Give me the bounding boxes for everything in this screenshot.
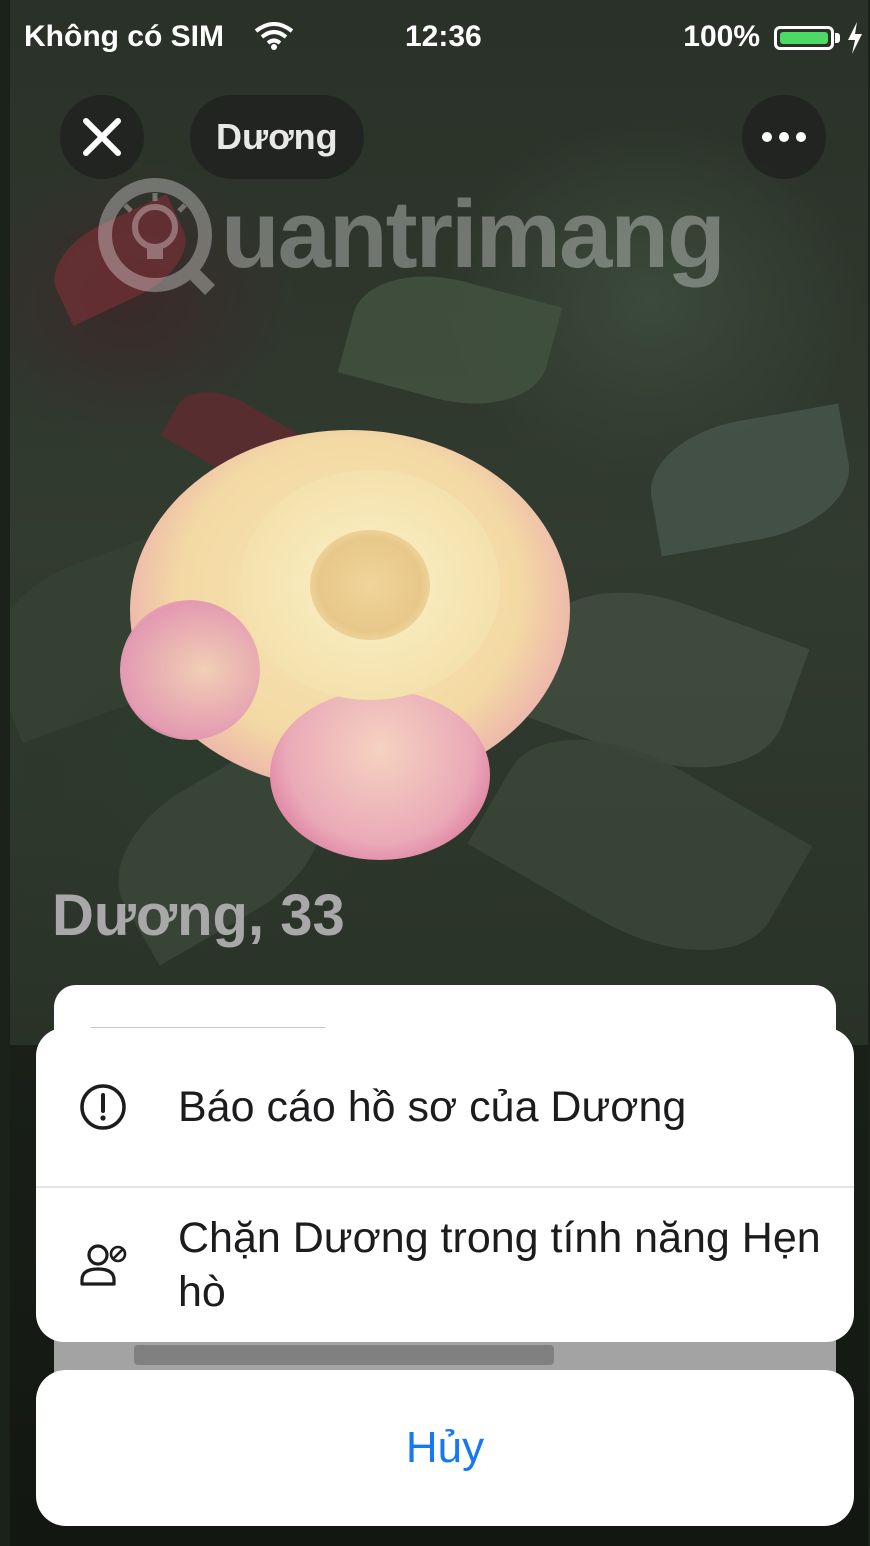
watermark-text: uantrimang — [221, 181, 726, 288]
more-options-button[interactable] — [742, 95, 826, 179]
cancel-button[interactable]: Hủy — [36, 1370, 854, 1526]
status-bar: Không có SIM 12:36 100% — [10, 0, 868, 70]
action-sheet: Báo cáo hồ sơ của Dương Chặn Dương trong… — [36, 1028, 854, 1342]
exclamation-circle-icon — [80, 1084, 126, 1130]
charging-bolt-icon — [848, 22, 862, 54]
more-dots-icon — [762, 132, 806, 142]
rose-image — [120, 360, 600, 880]
profile-name-pill[interactable]: Dương — [190, 95, 364, 179]
lightbulb-logo-icon — [98, 178, 215, 295]
carrier-label: Không có SIM — [24, 20, 224, 53]
battery-icon — [774, 26, 834, 50]
clock: 12:36 — [405, 20, 482, 53]
report-profile-option[interactable]: Báo cáo hồ sơ của Dương — [36, 1028, 854, 1188]
profile-name-age: Dương, 33 — [52, 883, 345, 948]
wifi-icon — [254, 22, 294, 50]
close-button[interactable] — [60, 95, 144, 179]
block-person-icon — [80, 1244, 127, 1286]
block-dating-label: Chặn Dương trong tính năng Hẹn hò — [178, 1214, 821, 1316]
screen: uantrimang Không có SIM 12:36 100% Dương — [10, 0, 868, 1546]
watermark: uantrimang — [95, 175, 726, 295]
close-icon — [83, 118, 121, 156]
battery-cap — [835, 33, 840, 43]
block-dating-option[interactable]: Chặn Dương trong tính năng Hẹn hò — [36, 1188, 854, 1342]
battery-percent: 100% — [683, 20, 760, 53]
report-profile-label: Báo cáo hồ sơ của Dương — [178, 1083, 687, 1131]
